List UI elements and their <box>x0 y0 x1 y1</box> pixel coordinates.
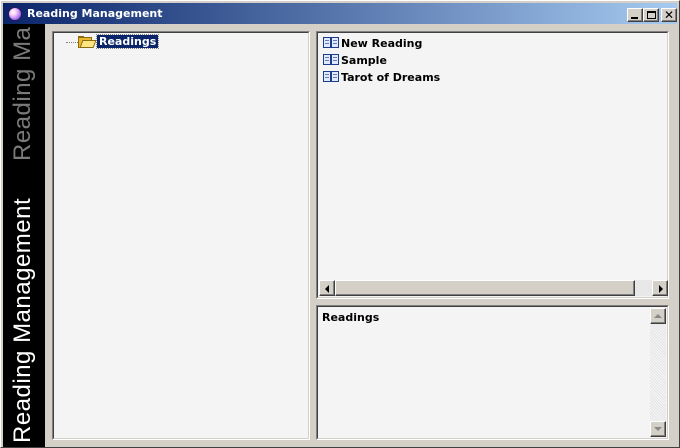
detail-pane[interactable]: Readings <box>316 305 669 440</box>
list-item[interactable]: New Reading <box>323 35 422 51</box>
tree-node-readings[interactable]: Readings <box>95 34 160 49</box>
readings-tree[interactable]: Readings <box>52 31 310 440</box>
maximize-button[interactable] <box>643 8 659 22</box>
book-icon <box>323 54 340 66</box>
list-item-label: New Reading <box>341 36 423 50</box>
book-icon <box>323 37 340 49</box>
app-window: Reading Management ✕ Reading Ma Reading … <box>0 0 680 448</box>
close-button[interactable]: ✕ <box>661 8 677 22</box>
app-icon <box>8 7 22 21</box>
arrow-left-icon <box>325 285 329 293</box>
scrollbar-thumb[interactable] <box>335 280 635 296</box>
minimize-icon <box>631 17 638 19</box>
title-bar[interactable]: Reading Management ✕ <box>3 3 677 24</box>
window-title: Reading Management <box>27 7 163 20</box>
scroll-down-button[interactable] <box>650 421 666 437</box>
sidebar-banner: Reading Ma Reading Management <box>3 24 45 447</box>
list-item-label: Tarot of Dreams <box>341 70 441 84</box>
horizontal-scrollbar[interactable] <box>319 280 668 296</box>
readings-list[interactable]: New Reading Sample Tarot of Dreams <box>316 31 669 299</box>
scroll-right-button[interactable] <box>652 280 668 296</box>
detail-text: Readings <box>322 311 380 324</box>
scroll-left-button[interactable] <box>319 280 335 296</box>
vertical-scrollbar[interactable] <box>650 308 666 437</box>
scroll-up-button[interactable] <box>650 308 666 324</box>
close-icon: ✕ <box>664 8 675 22</box>
sidebar-banner-ghost-text: Reading Ma <box>9 26 36 161</box>
arrow-up-icon <box>654 314 662 318</box>
tree-connector <box>66 42 78 43</box>
folder-open-icon <box>78 36 97 49</box>
list-item[interactable]: Tarot of Dreams <box>323 69 440 85</box>
maximize-icon <box>647 11 656 19</box>
arrow-right-icon <box>659 285 663 293</box>
arrow-down-icon <box>654 427 662 431</box>
minimize-button[interactable] <box>627 8 643 22</box>
list-item[interactable]: Sample <box>323 52 387 68</box>
sidebar-banner-text: Reading Management <box>9 197 36 443</box>
book-icon <box>323 71 340 83</box>
list-item-label: Sample <box>341 53 387 67</box>
